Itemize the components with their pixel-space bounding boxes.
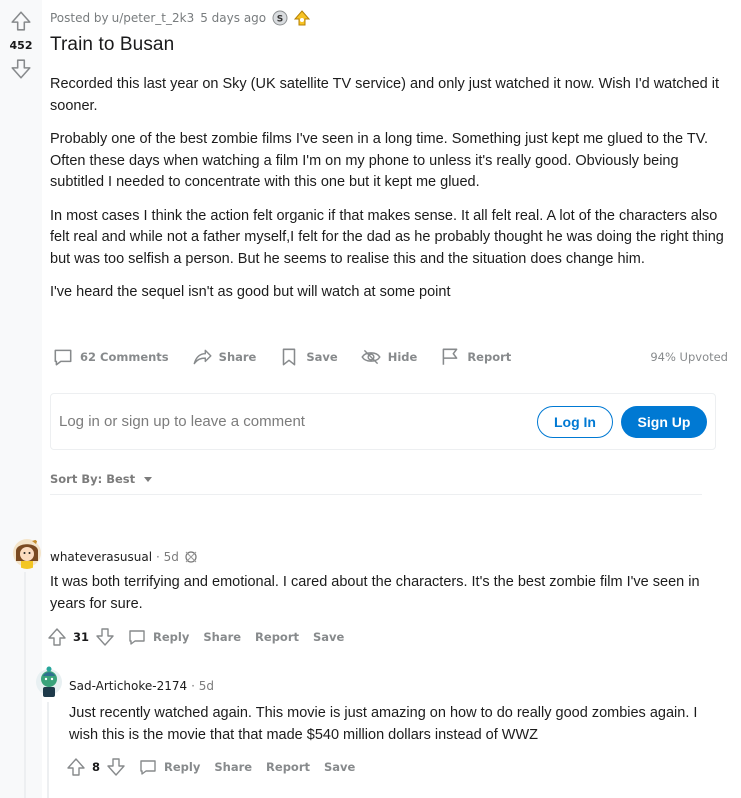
post-paragraph: In most cases I think the action felt or… bbox=[50, 207, 724, 267]
comment-author[interactable]: whateverasusual bbox=[50, 550, 152, 564]
avatar[interactable] bbox=[12, 537, 42, 569]
share-button[interactable]: Share bbox=[214, 760, 252, 774]
post-time: 5 days ago bbox=[200, 11, 267, 25]
share-button[interactable]: Share bbox=[203, 630, 241, 644]
thread-line[interactable] bbox=[24, 572, 26, 798]
comment-author-row: whateverasusual · 5d bbox=[50, 549, 199, 565]
comment-time: · 5d bbox=[156, 550, 179, 564]
award-icon[interactable] bbox=[183, 549, 199, 565]
save-button[interactable]: Save bbox=[313, 630, 344, 644]
avatar[interactable] bbox=[35, 665, 63, 699]
flag-icon bbox=[442, 348, 458, 365]
caret-down-icon bbox=[143, 474, 153, 484]
upvote-icon[interactable] bbox=[47, 627, 67, 647]
comment-text: It was both terrifying and emotional. I … bbox=[50, 574, 700, 612]
posted-by-label: Posted by bbox=[50, 11, 109, 25]
reply-button[interactable]: Reply bbox=[127, 627, 189, 647]
save-button[interactable]: Save bbox=[324, 760, 355, 774]
reply-label: Reply bbox=[153, 630, 190, 644]
downvote-icon[interactable] bbox=[95, 627, 115, 647]
silver-award-icon[interactable]: S bbox=[272, 10, 288, 26]
reply-button[interactable]: Reply bbox=[138, 757, 200, 777]
post-body: Recorded this last year on Sky (UK satel… bbox=[50, 74, 728, 316]
thread-line[interactable] bbox=[47, 702, 49, 798]
sort-dropdown[interactable]: Sort By: Best bbox=[50, 472, 153, 486]
comments-label: 62 Comments bbox=[80, 350, 169, 364]
report-label: Report bbox=[467, 350, 512, 364]
report-button[interactable]: Report bbox=[266, 760, 310, 774]
share-icon bbox=[193, 349, 212, 365]
sort-label: Sort By: Best bbox=[50, 472, 136, 486]
post-meta: Posted by u/peter_t_2k3 5 days ago S bbox=[50, 10, 311, 26]
comment-score: 31 bbox=[73, 630, 90, 644]
downvote-icon[interactable] bbox=[10, 58, 32, 80]
hide-button[interactable]: Hide bbox=[360, 346, 418, 368]
hide-icon bbox=[361, 349, 381, 365]
bookmark-icon bbox=[283, 348, 296, 366]
comments-button[interactable]: 62 Comments bbox=[52, 346, 169, 368]
reply-label: Reply bbox=[164, 760, 201, 774]
login-prompt: Log in or sign up to leave a comment bbox=[59, 413, 305, 430]
share-button[interactable]: Share bbox=[191, 346, 257, 368]
downvote-icon[interactable] bbox=[106, 757, 126, 777]
comment-actions: 31 Reply Share Report Save bbox=[47, 625, 358, 649]
comment-icon bbox=[129, 630, 145, 645]
log-in-button[interactable]: Log In bbox=[537, 406, 613, 438]
svg-text:S: S bbox=[277, 15, 283, 25]
sign-up-button[interactable]: Sign Up bbox=[621, 406, 707, 438]
post-author-link[interactable]: u/peter_t_2k3 bbox=[112, 11, 195, 25]
comment-author-row: Sad-Artichoke-2174 · 5d bbox=[69, 679, 214, 693]
comment-text: Just recently watched again. This movie … bbox=[69, 705, 698, 743]
hide-label: Hide bbox=[387, 350, 418, 364]
post-paragraph: Recorded this last year on Sky (UK satel… bbox=[50, 76, 719, 114]
save-button[interactable]: Save bbox=[278, 346, 338, 368]
comment-author[interactable]: Sad-Artichoke-2174 bbox=[69, 679, 187, 693]
comment-icon bbox=[54, 349, 72, 366]
report-button[interactable]: Report bbox=[439, 346, 511, 368]
post-actions: 62 Comments Share Save Hide Report 94% U… bbox=[52, 345, 728, 369]
post-title[interactable]: Train to Busan bbox=[50, 34, 174, 56]
upvote-ratio: 94% Upvoted bbox=[650, 350, 728, 364]
comment-time: · 5d bbox=[191, 679, 215, 693]
share-label: Share bbox=[218, 350, 257, 364]
post-paragraph: I've heard the sequel isn't as good but … bbox=[50, 284, 451, 300]
post-paragraph: Probably one of the best zombie films I'… bbox=[50, 131, 709, 190]
comment-login-box: Log in or sign up to leave a comment Log… bbox=[50, 393, 716, 450]
helpful-award-icon[interactable] bbox=[294, 10, 311, 26]
upvote-icon[interactable] bbox=[66, 757, 86, 777]
comment-actions: 8 Reply Share Report Save bbox=[66, 755, 369, 779]
divider bbox=[50, 494, 702, 495]
comment-score: 8 bbox=[92, 760, 101, 774]
upvote-icon[interactable] bbox=[10, 10, 32, 32]
comment-icon bbox=[140, 760, 156, 775]
post-score: 452 bbox=[9, 39, 33, 52]
report-button[interactable]: Report bbox=[255, 630, 299, 644]
save-label: Save bbox=[306, 350, 338, 364]
